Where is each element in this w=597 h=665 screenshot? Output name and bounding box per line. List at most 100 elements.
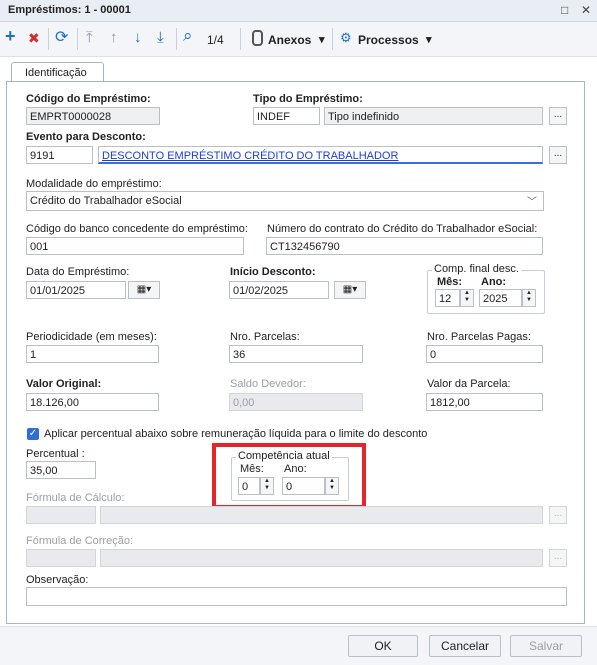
spin-down-icon[interactable]: ▼ xyxy=(464,297,470,303)
processos-button[interactable]: Processos xyxy=(358,33,419,47)
tipo-emprestimo-lookup-button[interactable]: ... xyxy=(549,107,567,125)
comp-final-ano-label: Ano: xyxy=(481,276,507,288)
tab-identificacao[interactable]: Identificação xyxy=(11,62,104,83)
aplicar-percentual-checkbox[interactable]: ✓ xyxy=(27,428,39,440)
competencia-mes-label: Mês: xyxy=(240,463,264,475)
codigo-emprestimo-field: EMPRT0000028 xyxy=(26,107,160,125)
next-record-icon[interactable]: ↓ xyxy=(134,30,142,46)
add-icon[interactable]: + xyxy=(5,27,16,45)
modalidade-selected-value: Crédito do Trabalhador eSocial xyxy=(30,195,182,207)
tipo-emprestimo-label: Tipo do Empréstimo: xyxy=(253,93,363,105)
codigo-banco-field[interactable]: 001 xyxy=(26,237,244,255)
codigo-banco-label: Código do banco concedente do empréstimo… xyxy=(26,223,248,235)
comp-final-label: Comp. final desc. xyxy=(432,263,521,275)
refresh-icon[interactable]: ⟳ xyxy=(55,30,68,46)
title-bar: Empréstimos: 1 - 00001 □ ✕ xyxy=(0,0,597,22)
nro-parcelas-label: Nro. Parcelas: xyxy=(230,331,300,343)
spin-down-icon[interactable]: ▼ xyxy=(526,297,532,303)
toolbar: + ✖ ⟳ ⤒ ↑ ↓ ⤓ ⌕ 1/4 Anexos ▾ ⚙ Processos… xyxy=(0,22,597,57)
record-position: 1/4 xyxy=(207,33,224,47)
evento-desconto-code-field[interactable]: 9191 xyxy=(26,146,93,164)
valor-parcela-label: Valor da Parcela: xyxy=(427,378,511,390)
periodicidade-label: Periodicidade (em meses): xyxy=(26,331,157,343)
previous-record-icon[interactable]: ↑ xyxy=(110,30,118,46)
competencia-ano-field[interactable]: 0 xyxy=(282,477,325,495)
aplicar-percentual-label: Aplicar percentual abaixo sobre remunera… xyxy=(44,428,428,440)
calendar-icon[interactable]: ▦▾ xyxy=(334,281,366,299)
tipo-emprestimo-description: Tipo indefinido xyxy=(324,107,543,125)
toolbar-separator xyxy=(77,28,78,50)
observacao-field[interactable] xyxy=(26,587,567,606)
comp-final-ano-spinner[interactable]: ▲ ▼ xyxy=(522,289,536,307)
calendar-icon[interactable]: ▦▾ xyxy=(128,281,160,299)
data-emprestimo-field[interactable]: 01/01/2025 xyxy=(26,281,126,299)
saldo-devedor-label: Saldo Devedor: xyxy=(230,378,306,390)
competencia-ano-label: Ano: xyxy=(284,463,307,475)
competencia-ano-spinner[interactable]: ▲ ▼ xyxy=(325,477,339,495)
percentual-label: Percentual : xyxy=(26,448,85,460)
inicio-desconto-label: Início Desconto: xyxy=(230,266,316,278)
competencia-mes-spinner[interactable]: ▲ ▼ xyxy=(260,477,274,495)
formula-calculo-label: Fórmula de Cálculo: xyxy=(26,492,125,504)
formula-correcao-description xyxy=(100,549,543,567)
tab-label: Identificação xyxy=(25,67,87,79)
comp-final-mes-label: Mês: xyxy=(437,276,463,288)
comp-final-ano-field[interactable]: 2025 xyxy=(479,289,522,307)
spin-down-icon[interactable]: ▼ xyxy=(264,485,270,491)
tipo-emprestimo-code-field[interactable]: INDEF xyxy=(253,107,320,125)
modalidade-label: Modalidade do empréstimo: xyxy=(26,178,162,190)
close-window-icon[interactable]: ✕ xyxy=(581,3,591,17)
inicio-desconto-field[interactable]: 01/02/2025 xyxy=(229,281,329,299)
chevron-down-icon[interactable]: ▾ xyxy=(319,33,325,46)
percentual-field[interactable]: 35,00 xyxy=(26,461,96,479)
saldo-devedor-field: 0,00 xyxy=(229,393,363,411)
toolbar-separator xyxy=(240,28,241,50)
spin-up-icon[interactable]: ▲ xyxy=(464,290,470,296)
first-record-icon[interactable]: ⤒ xyxy=(86,30,93,46)
spin-down-icon[interactable]: ▼ xyxy=(329,485,335,491)
formula-correcao-lookup-button: ... xyxy=(549,549,567,567)
cancel-button[interactable]: Cancelar xyxy=(429,635,501,657)
evento-desconto-description-link[interactable]: DESCONTO EMPRÉSTIMO CRÉDITO DO TRABALHAD… xyxy=(98,146,543,164)
nro-parcelas-pagas-field[interactable]: 0 xyxy=(426,345,543,363)
data-emprestimo-label: Data do Empréstimo: xyxy=(26,266,130,278)
modalidade-select[interactable]: Crédito do Trabalhador eSocial ﹀ xyxy=(26,191,544,211)
comp-final-mes-field[interactable]: 12 xyxy=(435,289,460,307)
evento-desconto-label: Evento para Desconto: xyxy=(26,131,146,143)
save-button[interactable]: Salvar xyxy=(510,635,582,657)
nro-parcelas-field[interactable]: 36 xyxy=(229,345,363,363)
evento-desconto-lookup-button[interactable]: ... xyxy=(549,146,567,164)
codigo-emprestimo-label: Código do Empréstimo: xyxy=(26,93,151,105)
competencia-mes-field[interactable]: 0 xyxy=(238,477,260,495)
spin-up-icon[interactable]: ▲ xyxy=(264,478,270,484)
formula-correcao-label: Fórmula de Correção: xyxy=(26,535,133,547)
chevron-down-icon[interactable]: ▾ xyxy=(426,33,432,46)
formula-correcao-code-field xyxy=(26,549,96,567)
ok-button[interactable]: OK xyxy=(348,635,418,657)
toolbar-separator xyxy=(332,28,333,50)
numero-contrato-field[interactable]: CT132456790 xyxy=(266,237,543,255)
spin-up-icon[interactable]: ▲ xyxy=(329,478,335,484)
valor-original-field[interactable]: 18.126,00 xyxy=(26,393,159,411)
formula-calculo-code-field xyxy=(26,506,96,524)
numero-contrato-label: Número do contrato do Crédito do Trabalh… xyxy=(267,223,538,235)
restore-window-icon[interactable]: □ xyxy=(561,3,568,17)
window-title: Empréstimos: 1 - 00001 xyxy=(8,4,131,16)
paperclip-icon[interactable] xyxy=(252,30,263,46)
valor-parcela-field[interactable]: 1812,00 xyxy=(426,393,543,411)
last-record-icon[interactable]: ⤓ xyxy=(157,30,164,46)
search-icon[interactable]: ⌕ xyxy=(183,27,193,44)
competencia-atual-label: Competência atual xyxy=(236,450,332,462)
valor-original-label: Valor Original: xyxy=(26,378,102,390)
formula-calculo-lookup-button: ... xyxy=(549,506,567,524)
comp-final-mes-spinner[interactable]: ▲ ▼ xyxy=(460,289,474,307)
nro-parcelas-pagas-label: Nro. Parcelas Pagas: xyxy=(427,331,531,343)
spin-up-icon[interactable]: ▲ xyxy=(526,290,532,296)
gear-icon[interactable]: ⚙ xyxy=(340,31,352,45)
delete-icon[interactable]: ✖ xyxy=(28,30,40,46)
anexos-button[interactable]: Anexos xyxy=(268,33,311,47)
toolbar-separator xyxy=(48,28,49,50)
dialog-footer xyxy=(0,626,597,665)
chevron-down-icon: ﹀ xyxy=(527,197,537,208)
periodicidade-field[interactable]: 1 xyxy=(26,345,159,363)
